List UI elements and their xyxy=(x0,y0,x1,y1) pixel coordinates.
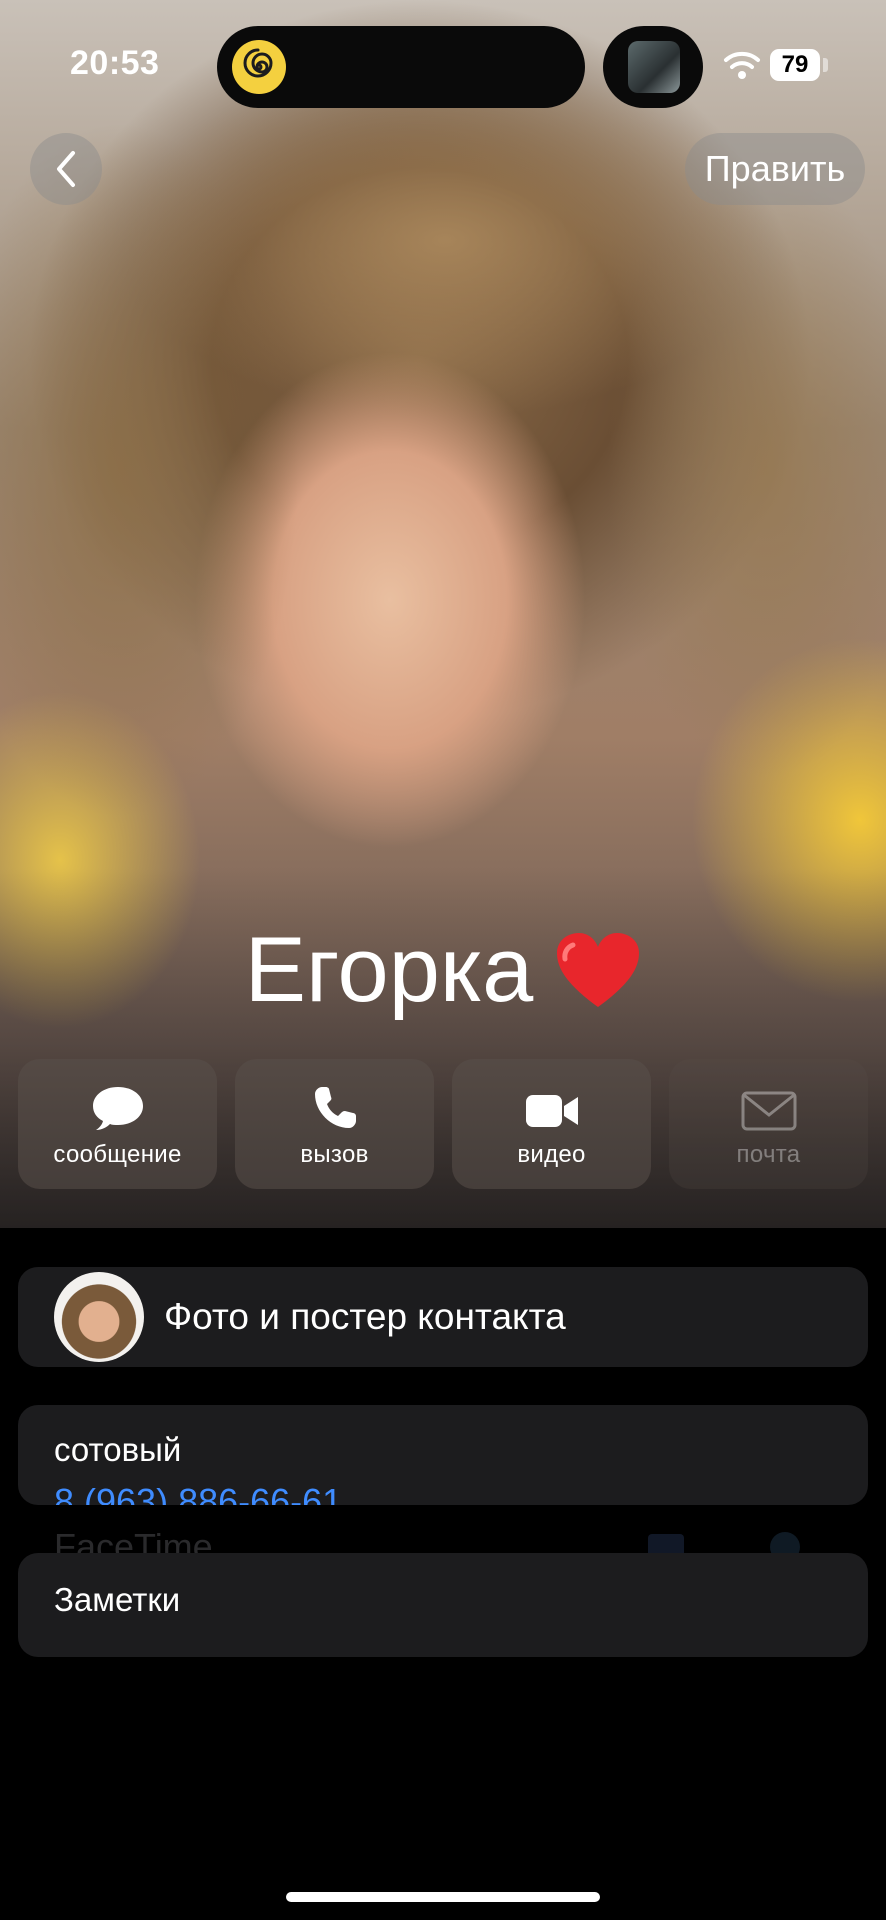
contact-name: Егорка xyxy=(244,919,534,1021)
back-button[interactable] xyxy=(30,133,102,205)
message-bubble-icon xyxy=(92,1087,143,1130)
status-time: 20:53 xyxy=(70,44,160,82)
mail-action-label: почта xyxy=(736,1141,801,1168)
wifi-icon xyxy=(724,51,760,79)
phone-type-label: сотовый xyxy=(54,1431,182,1468)
call-action-label: вызов xyxy=(300,1141,369,1168)
phone-number-link[interactable]: 8 (963) 886-66-61 xyxy=(54,1481,342,1505)
envelope-icon xyxy=(741,1091,796,1131)
phone-card[interactable]: сотовый 8 (963) 886-66-61 xyxy=(18,1405,868,1505)
activity-thumbnail xyxy=(628,41,680,93)
spiral-app-icon[interactable] xyxy=(232,40,286,94)
chevron-left-icon xyxy=(57,151,75,187)
photo-poster-row[interactable]: Фото и постер контакта xyxy=(18,1267,868,1367)
notes-card[interactable]: Заметки xyxy=(18,1553,868,1657)
video-camera-icon xyxy=(525,1095,578,1127)
phone-icon xyxy=(314,1087,356,1128)
mail-action-button[interactable]: почта xyxy=(669,1059,868,1189)
quick-actions: сообщение вызов видео почта xyxy=(18,1059,868,1189)
message-action-button[interactable]: сообщение xyxy=(18,1059,217,1189)
call-action-button[interactable]: вызов xyxy=(235,1059,434,1189)
notes-label: Заметки xyxy=(54,1581,181,1618)
video-action-button[interactable]: видео xyxy=(452,1059,651,1189)
home-indicator[interactable] xyxy=(286,1892,600,1902)
avatar xyxy=(54,1272,144,1362)
message-action-label: сообщение xyxy=(53,1141,182,1168)
photo-poster-label: Фото и постер контакта xyxy=(164,1296,566,1337)
video-action-label: видео xyxy=(517,1141,586,1168)
contact-name-row: Егорка xyxy=(0,918,886,1023)
edit-button[interactable]: Править xyxy=(685,133,865,205)
red-heart-icon xyxy=(557,932,640,1007)
battery-tip xyxy=(823,58,828,72)
battery-indicator: 79 xyxy=(770,49,820,81)
